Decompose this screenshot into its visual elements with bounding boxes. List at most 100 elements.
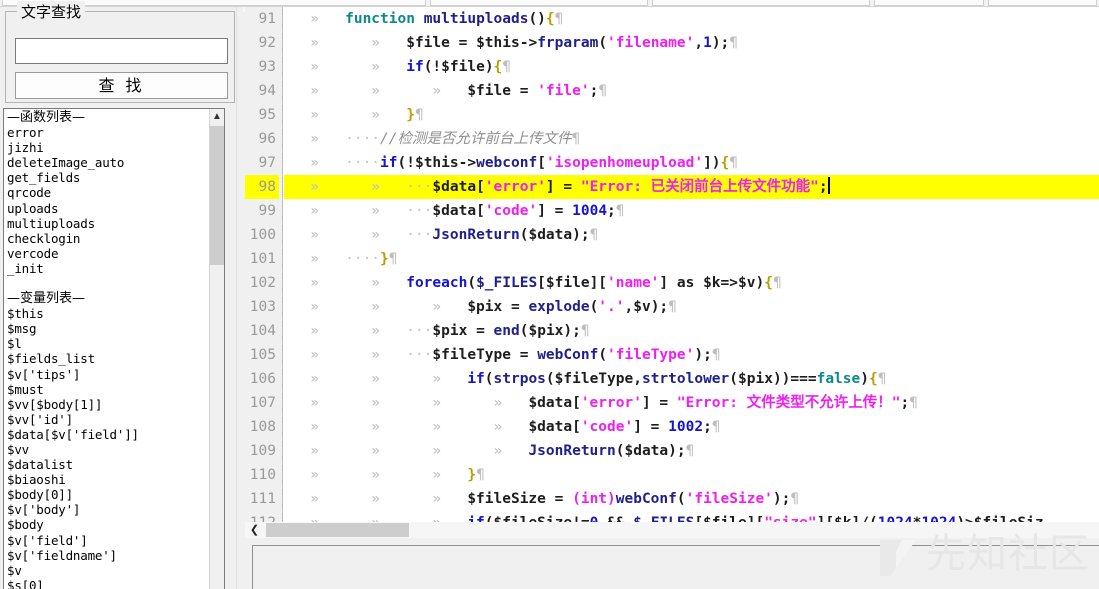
variable-list-item[interactable]: $this [7,306,209,321]
variable-list-item[interactable]: $v [7,563,209,578]
code-token: (! [397,155,415,171]
scroll-up-arrow-icon[interactable]: ▲ [210,109,224,125]
function-list-item[interactable]: qrcode [7,185,209,200]
code-line[interactable]: » » ···$pix = end($pix);¶ [284,319,1099,343]
indent-space-dots: ··· [406,347,433,363]
variable-list-item[interactable]: $vv['id'] [7,412,209,427]
toolbar-cell-3[interactable] [652,0,870,6]
editor-horizontal-scrollbar[interactable]: ❮ [245,522,1099,538]
variable-list-item[interactable]: $datalist [7,457,209,472]
variable-list-item[interactable]: $s[0] [7,578,209,589]
variable-list-item[interactable]: $vv [7,442,209,457]
gutter-dotted-rule [281,129,283,149]
code-line[interactable]: » » ···$fileType = webConf('fileType');¶ [284,343,1099,367]
code-token: if [467,371,485,387]
variable-list-item[interactable]: $v['field'] [7,533,209,548]
variable-list-item[interactable]: $msg [7,321,209,336]
code-token: if [380,155,398,171]
vertical-splitter[interactable] [236,7,243,589]
symbol-list-box[interactable]: —函数列表— error jizhi deleteImage_auto get_fiel… [3,108,225,589]
variable-list-item[interactable]: $v['body'] [7,502,209,517]
function-list-item[interactable]: vercode [7,246,209,261]
variable-list-item[interactable]: $body [7,517,209,532]
code-token: ¶ [790,491,800,507]
code-token: = [545,491,573,507]
function-list-item[interactable]: _init [7,261,209,276]
horizontal-scrollbar-thumb[interactable] [266,523,409,537]
scroll-left-arrow-icon[interactable]: ❮ [246,522,263,538]
line-number: 101 [249,251,276,267]
code-line[interactable]: » function multiuploads(){¶ [284,7,1099,31]
variable-list-item[interactable]: $l [7,336,209,351]
function-list-item[interactable]: checklogin [7,231,209,246]
variable-list-item[interactable]: $biaoshi [7,472,209,487]
code-editor[interactable]: » function multiuploads(){¶ » » $file = … [245,7,1099,522]
variable-list-item[interactable]: $v['fieldname'] [7,548,209,563]
code-token: ¶ [729,35,739,51]
code-line[interactable]: » » » $fileSize = (int)webConf('fileSize… [284,487,1099,511]
function-list-header[interactable]: —函数列表— [7,110,209,125]
code-token: ¶ [589,227,599,243]
line-number: 107 [249,395,276,411]
function-list-item[interactable]: jizhi [7,140,209,155]
code-line[interactable]: » » $file = $this->frparam('filename',1)… [284,31,1099,55]
code-line[interactable]: » » foreach($_FILES[$file]['name'] as $k… [284,271,1099,295]
variable-list-header[interactable]: —变量列表— [7,291,209,306]
output-textbox[interactable] [252,545,1099,589]
gutter-dotted-rule [281,345,283,365]
variable-list-item[interactable]: $vv[$body[1]] [7,397,209,412]
function-list-item[interactable]: error [7,125,209,140]
code-line[interactable]: » » }¶ [284,103,1099,127]
code-line[interactable]: » ····if(!$this->webconf['isopenhomeuplo… [284,151,1099,175]
code-token: 1024 [878,515,913,522]
code-line[interactable]: » » » » JsonReturn($data);¶ [284,439,1099,463]
code-token: ( [729,371,739,387]
code-line[interactable]: » » if(!$file){¶ [284,55,1099,79]
symbol-list-scrollbar[interactable]: ▲ [209,109,224,589]
variable-list-item[interactable]: $body[0]] [7,487,209,502]
code-line[interactable]: » » » }¶ [284,463,1099,487]
function-list-item[interactable]: uploads [7,201,209,216]
code-token: [ [476,203,485,219]
code-line[interactable]: » » ···$data['error'] = "Error: 已关闭前台上传文… [284,175,1099,199]
code-line[interactable]: » » » » $data['error'] = "Error: 文件类型不允许… [284,391,1099,415]
line-number: 105 [249,347,276,363]
variable-list-item[interactable]: $v['tips'] [7,367,209,382]
code-line[interactable]: » » ···JsonReturn($data);¶ [284,223,1099,247]
function-list-item[interactable]: get_fields [7,170,209,185]
indent-tab-markers: » » [284,203,407,219]
search-input[interactable] [15,38,228,64]
code-text-area[interactable]: » function multiuploads(){¶ » » $file = … [284,7,1099,522]
function-list-item[interactable]: multiuploads [7,216,209,231]
code-token: ]) [703,155,721,171]
code-token: { [493,59,503,75]
function-list-item[interactable]: deleteImage_auto [7,155,209,170]
code-line[interactable]: » » » if($fileSize!=0 && $_FILES[$file][… [284,511,1099,522]
variable-list-item[interactable]: $must [7,382,209,397]
code-line[interactable]: » ····//检测是否允许前台上传文件¶ [284,127,1099,151]
toolbar-cell-4[interactable] [874,0,984,6]
scrollbar-thumb[interactable] [210,126,224,265]
text-find-group: 文字查找 查 找 [5,1,235,103]
code-line[interactable]: » » » » $data['code'] = 1002;¶ [284,415,1099,439]
code-line[interactable]: » » » $pix = explode('.',$v);¶ [284,295,1099,319]
code-token: ¶ [909,395,918,411]
gutter-dotted-rule [281,513,283,522]
code-token: = [449,35,477,51]
code-token: ¶ [711,347,721,363]
code-token: [ [476,179,485,195]
variable-list-item[interactable]: $fields_list [7,351,209,366]
code-line[interactable]: » » ···$data['code'] = 1004;¶ [284,199,1099,223]
indent-tab-markers: » » » » [284,419,529,435]
code-line[interactable]: » » » if(strpos($fileType,strtolower($pi… [284,367,1099,391]
code-token: [ [694,515,703,522]
find-button[interactable]: 查 找 [15,72,228,99]
toolbar-cell-2[interactable] [430,0,648,6]
code-token: $file [545,275,590,291]
code-line[interactable]: » ····}¶ [284,247,1099,271]
indent-space-dots: ··· [406,203,433,219]
variable-list-item[interactable]: $data[$v['field']] [7,427,209,442]
code-line[interactable]: » » » $file = 'file';¶ [284,79,1099,103]
toolbar-cell-5[interactable] [988,0,1097,6]
gutter-dotted-rule [281,225,283,245]
